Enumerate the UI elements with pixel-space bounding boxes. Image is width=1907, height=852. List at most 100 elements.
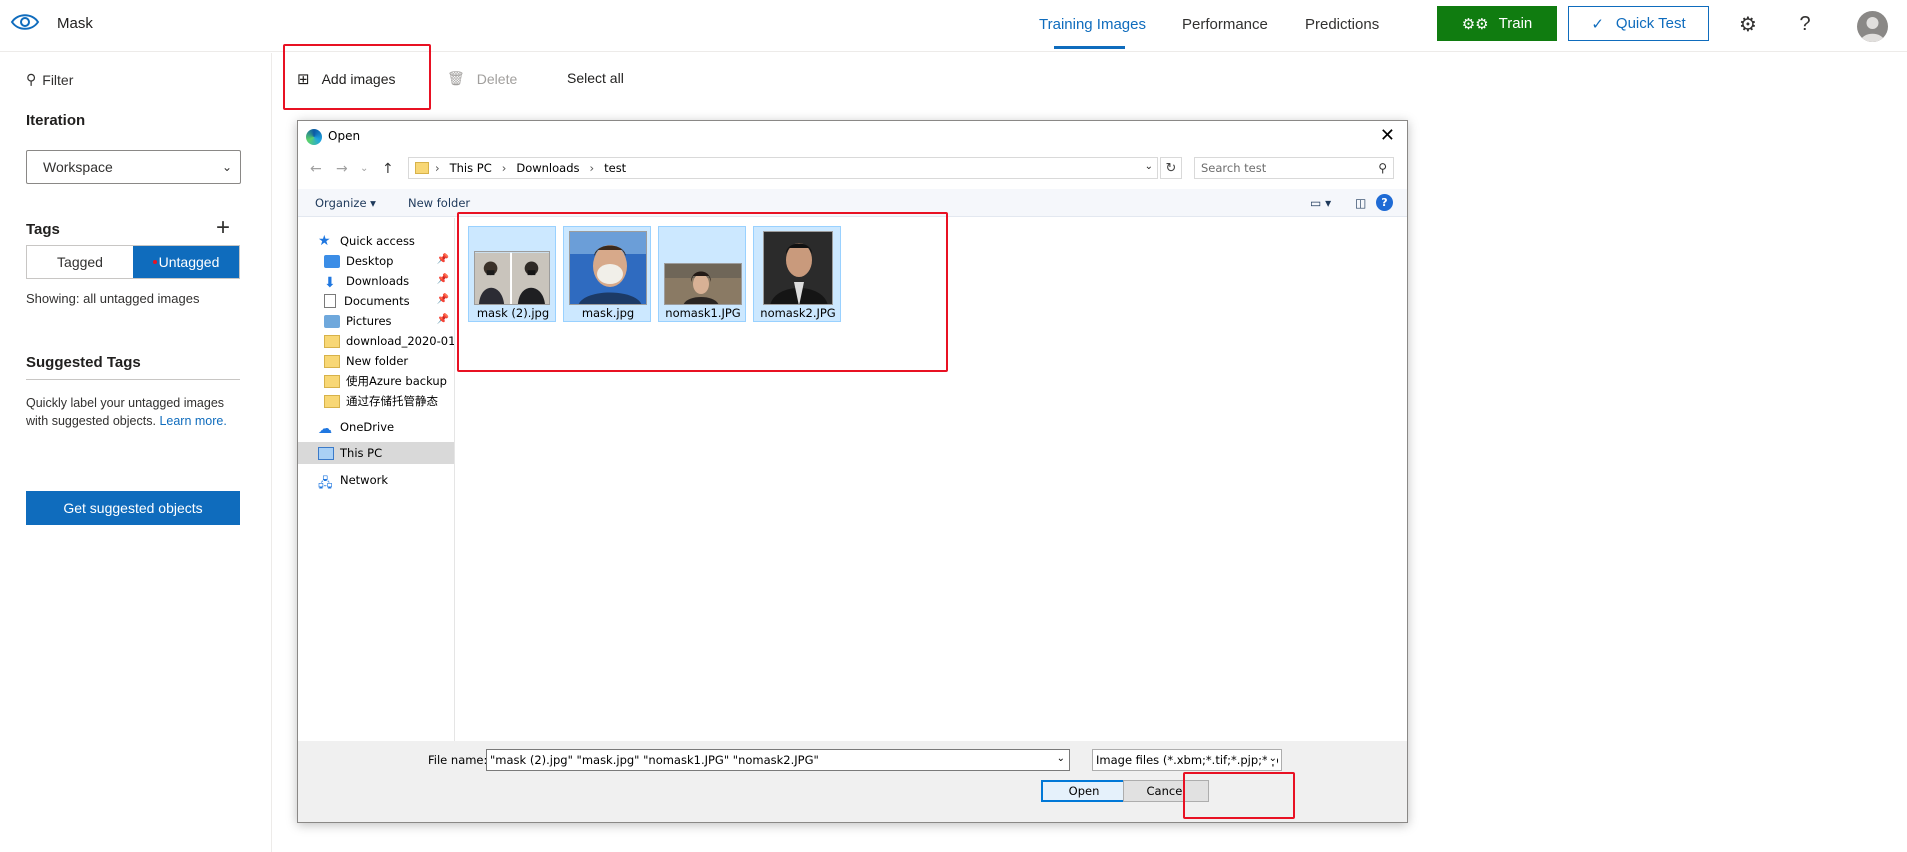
up-arrow-icon[interactable]: ↑ bbox=[382, 161, 394, 177]
suggested-tags-heading: Suggested Tags bbox=[26, 354, 141, 371]
project-name: Mask bbox=[57, 15, 93, 32]
nav-label: Documents bbox=[344, 294, 410, 308]
pin-icon: 📌 bbox=[436, 274, 449, 285]
chevron-down-icon[interactable]: ⌄ bbox=[1145, 161, 1153, 172]
checkmark-icon: ✓ bbox=[1591, 15, 1604, 33]
edge-browser-icon bbox=[306, 129, 322, 145]
pin-icon: 📌 bbox=[436, 254, 449, 265]
document-icon bbox=[324, 294, 336, 308]
file-type-value: Image files (*.xbm;*.tif;*.pjp;*.p bbox=[1096, 753, 1279, 767]
nav-folder-new[interactable]: New folder bbox=[324, 350, 454, 372]
help-icon[interactable]: ? bbox=[1376, 194, 1393, 211]
quick-test-button[interactable]: ✓ Quick Test bbox=[1568, 6, 1709, 41]
nav-folder-download[interactable]: download_2020-01- bbox=[324, 330, 454, 352]
nav-label: New folder bbox=[346, 354, 409, 368]
tag-filter-toggle: Tagged Untagged bbox=[26, 245, 240, 279]
breadcrumb-separator: › bbox=[589, 161, 595, 175]
select-all-button[interactable]: Select all bbox=[567, 70, 624, 86]
file-name-input[interactable]: "mask (2).jpg" "mask.jpg" "nomask1.JPG" … bbox=[486, 749, 1070, 771]
gear-icon[interactable]: ⚙ bbox=[1736, 12, 1760, 36]
close-icon[interactable]: ✕ bbox=[1380, 125, 1395, 146]
nav-quick-access[interactable]: ★ Quick access bbox=[318, 230, 454, 252]
avatar[interactable] bbox=[1857, 11, 1888, 42]
iteration-heading: Iteration bbox=[26, 112, 86, 129]
organize-menu[interactable]: Organize ▾ bbox=[315, 196, 376, 210]
suggested-tags-description: Quickly label your untagged images with … bbox=[26, 394, 246, 430]
file-name-label: File name: bbox=[428, 753, 488, 767]
nav-label: Downloads bbox=[346, 274, 410, 288]
nav-network[interactable]: 🖧 Network bbox=[318, 469, 454, 491]
nav-documents[interactable]: Documents 📌 bbox=[324, 290, 454, 312]
file-name-value: "mask (2).jpg" "mask.jpg" "nomask1.JPG" … bbox=[490, 753, 819, 767]
gears-icon: ⚙⚙ bbox=[1461, 15, 1489, 33]
eye-logo-icon[interactable] bbox=[10, 11, 40, 33]
folder-icon bbox=[324, 354, 340, 368]
folder-icon bbox=[415, 162, 429, 174]
nav-folder-storage-hosting[interactable]: 通过存储托管静态 bbox=[324, 390, 454, 412]
untagged-dot-icon bbox=[152, 260, 157, 264]
file-type-select[interactable]: Image files (*.xbm;*.tif;*.pjp;*.p ⌄ bbox=[1092, 749, 1282, 771]
desktop-icon bbox=[324, 254, 340, 268]
address-row: ← → ⌄ ↑ › This PC › Downloads › test ⌄ ↻… bbox=[298, 157, 1409, 183]
open-button[interactable]: Open bbox=[1041, 780, 1127, 802]
train-button[interactable]: ⚙⚙ Train bbox=[1437, 6, 1557, 41]
chevron-down-icon[interactable]: ⌄ bbox=[1057, 753, 1065, 764]
chevron-down-icon: ⌄ bbox=[1266, 753, 1277, 764]
breadcrumb-this-pc[interactable]: This PC bbox=[450, 161, 492, 175]
tagged-option[interactable]: Tagged bbox=[27, 246, 133, 278]
preview-pane-icon[interactable]: ◫ bbox=[1355, 196, 1366, 210]
search-input[interactable]: Search test ⚲ bbox=[1194, 157, 1394, 179]
nav-pictures[interactable]: Pictures 📌 bbox=[324, 310, 454, 332]
nav-desktop[interactable]: Desktop 📌 bbox=[324, 250, 454, 272]
nav-downloads[interactable]: ⬇ Downloads 📌 bbox=[324, 270, 454, 292]
nav-this-pc[interactable]: This PC bbox=[298, 442, 454, 464]
learn-more-link[interactable]: Learn more. bbox=[159, 414, 226, 428]
untagged-label: Untagged bbox=[158, 254, 220, 270]
new-folder-button[interactable]: New folder bbox=[408, 196, 470, 210]
filter-label: Filter bbox=[42, 71, 74, 88]
pictures-icon bbox=[324, 314, 340, 328]
breadcrumb-downloads[interactable]: Downloads bbox=[516, 161, 579, 175]
active-tab-indicator bbox=[1054, 46, 1125, 49]
refresh-icon[interactable]: ↻ bbox=[1160, 157, 1182, 179]
pin-icon: 📌 bbox=[436, 314, 449, 325]
untagged-option[interactable]: Untagged bbox=[133, 246, 239, 278]
tab-training-images[interactable]: Training Images bbox=[1039, 16, 1146, 33]
filter-button[interactable]: ⚲ Filter bbox=[26, 71, 73, 88]
chevron-down-icon: ⌄ bbox=[221, 160, 232, 174]
computer-icon bbox=[318, 446, 334, 460]
address-bar[interactable]: › This PC › Downloads › test ⌄ bbox=[408, 157, 1158, 179]
quick-test-label: Quick Test bbox=[1615, 15, 1686, 32]
nav-onedrive[interactable]: ☁ OneDrive bbox=[318, 416, 454, 438]
add-images-highlight bbox=[283, 44, 431, 110]
back-arrow-icon[interactable]: ← bbox=[310, 161, 322, 177]
iteration-select[interactable]: Workspace ⌄ bbox=[26, 150, 241, 184]
delete-button[interactable]: 🗑 Delete bbox=[447, 70, 517, 87]
network-icon: 🖧 bbox=[318, 475, 333, 491]
search-icon: ⚲ bbox=[1378, 161, 1387, 175]
tab-predictions[interactable]: Predictions bbox=[1305, 16, 1379, 33]
nav-label: Desktop bbox=[346, 254, 394, 268]
nav-label: This PC bbox=[340, 446, 383, 460]
nav-label: 通过存储托管静态 bbox=[346, 394, 438, 408]
nav-label: Pictures bbox=[346, 314, 392, 328]
selected-files-highlight bbox=[457, 212, 948, 372]
recent-dropdown-icon[interactable]: ⌄ bbox=[360, 163, 368, 174]
pin-icon: 📌 bbox=[436, 294, 449, 305]
nav-label: Network bbox=[340, 473, 389, 487]
nav-folder-azure-backup[interactable]: 使用Azure backup bbox=[324, 370, 454, 392]
forward-arrow-icon[interactable]: → bbox=[336, 161, 348, 177]
breadcrumb-test[interactable]: test bbox=[604, 161, 626, 175]
nav-label: Quick access bbox=[340, 234, 415, 248]
filter-icon: ⚲ bbox=[26, 71, 37, 87]
tab-performance[interactable]: Performance bbox=[1182, 16, 1268, 33]
nav-label: 使用Azure backup bbox=[346, 374, 447, 388]
add-tag-icon[interactable]: + bbox=[216, 214, 230, 242]
view-options-icon[interactable]: ▭ ▾ bbox=[1310, 196, 1331, 210]
get-suggested-objects-button[interactable]: Get suggested objects bbox=[26, 491, 240, 525]
iteration-value: Workspace bbox=[43, 159, 113, 175]
folder-icon bbox=[324, 374, 340, 388]
showing-status: Showing: all untagged images bbox=[26, 291, 200, 306]
delete-label: Delete bbox=[476, 70, 518, 87]
help-icon[interactable]: ? bbox=[1793, 12, 1817, 36]
